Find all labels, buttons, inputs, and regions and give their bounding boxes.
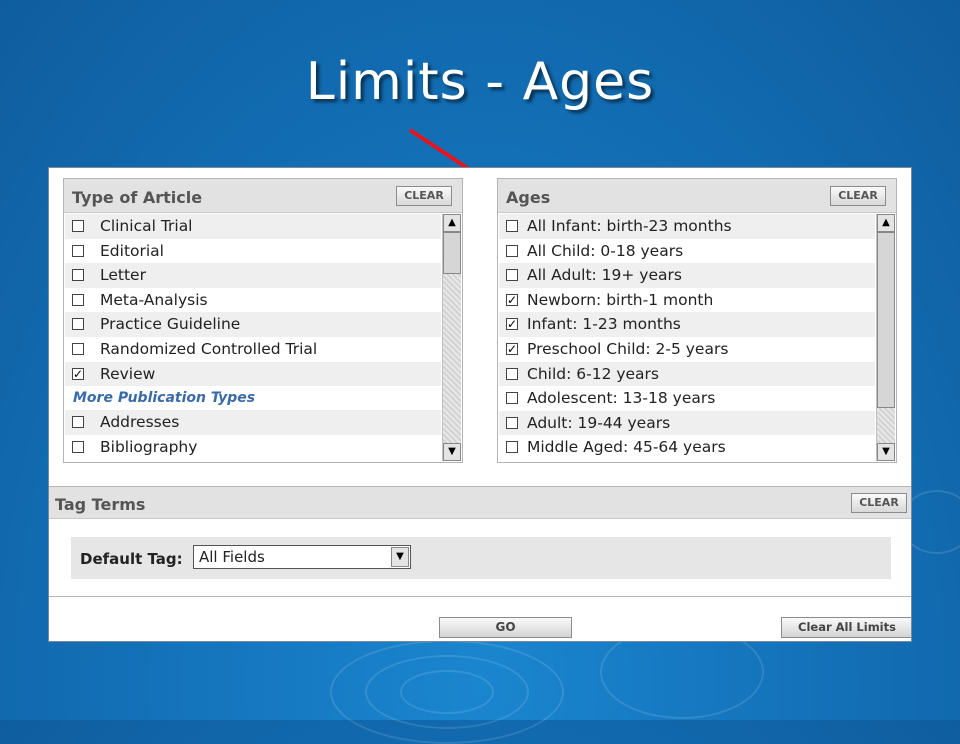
more-publication-types-link[interactable]: More Publication Types bbox=[65, 386, 441, 410]
default-tag-select[interactable]: All Fields ▼ bbox=[193, 545, 411, 569]
checkbox[interactable] bbox=[72, 244, 84, 257]
list-item-label: All Adult: 19+ years bbox=[527, 266, 682, 285]
checkbox[interactable] bbox=[506, 220, 518, 232]
list-item-label: Clinical Trial bbox=[100, 217, 193, 235]
ages-panel: Ages CLEAR All Infant: birth-23 months A… bbox=[497, 178, 897, 463]
pubmed-limits-screenshot: Type of Article CLEAR Clinical Trial Edi… bbox=[48, 167, 912, 642]
scroll-down-arrow-icon[interactable]: ▼ bbox=[877, 443, 895, 461]
scroll-thumb[interactable] bbox=[877, 232, 895, 408]
list-item-label: Preschool Child: 2-5 years bbox=[527, 339, 729, 358]
background-ripple bbox=[400, 670, 494, 714]
list-item[interactable]: All Child: 0-18 years bbox=[499, 239, 875, 264]
scroll-down-arrow-icon[interactable]: ▼ bbox=[443, 443, 461, 461]
list-item[interactable]: ✓ Newborn: birth-1 month bbox=[499, 288, 875, 313]
list-item[interactable]: Addresses bbox=[65, 410, 441, 435]
list-item[interactable]: All Adult: 19+ years bbox=[499, 263, 875, 288]
list-item[interactable]: Practice Guideline bbox=[65, 312, 441, 337]
chevron-down-icon[interactable]: ▼ bbox=[391, 547, 409, 567]
tag-terms-title: Tag Terms bbox=[55, 495, 146, 514]
checkbox[interactable] bbox=[72, 318, 84, 331]
list-item-label: All Child: 0-18 years bbox=[527, 241, 684, 260]
list-item[interactable]: Editorial bbox=[65, 239, 441, 264]
list-item-label: Child: 6-12 years bbox=[527, 364, 660, 383]
list-item-label: Practice Guideline bbox=[100, 315, 241, 334]
list-item-label: Infant: 1-23 months bbox=[527, 315, 681, 334]
default-tag-label: Default Tag: bbox=[80, 550, 183, 568]
list-item[interactable]: All Infant: birth-23 months bbox=[499, 214, 875, 239]
default-tag-value: All Fields bbox=[199, 548, 265, 566]
checkbox[interactable] bbox=[506, 416, 518, 429]
scroll-up-arrow-icon[interactable]: ▲ bbox=[443, 214, 461, 232]
panel-header: Ages CLEAR bbox=[498, 179, 896, 213]
list-item[interactable]: Middle Aged: 45-64 years bbox=[499, 435, 875, 460]
scroll-up-arrow-icon[interactable]: ▲ bbox=[877, 214, 895, 232]
go-button[interactable]: GO bbox=[439, 617, 572, 638]
list-item-label: Addresses bbox=[100, 413, 180, 432]
checkbox[interactable] bbox=[506, 392, 518, 405]
list-item[interactable]: ✓ Infant: 1-23 months bbox=[499, 312, 875, 337]
checkbox-checked[interactable]: ✓ bbox=[506, 342, 518, 355]
list-item-label: Letter bbox=[100, 266, 146, 285]
list-item[interactable]: Adult: 19-44 years bbox=[499, 410, 875, 436]
checkbox[interactable] bbox=[72, 342, 84, 355]
list-item-label: Randomized Controlled Trial bbox=[100, 339, 318, 358]
divider bbox=[49, 596, 911, 597]
ages-list: All Infant: birth-23 months All Child: 0… bbox=[499, 214, 875, 461]
checkbox[interactable] bbox=[72, 269, 84, 282]
clear-ages-button[interactable]: CLEAR bbox=[830, 186, 886, 206]
ages-scrollbar[interactable]: ▲ ▼ bbox=[876, 214, 895, 461]
checkbox[interactable] bbox=[506, 244, 518, 257]
article-type-list: Clinical Trial Editorial Letter Meta-Ana… bbox=[65, 214, 441, 461]
list-item[interactable]: Randomized Controlled Trial bbox=[65, 337, 441, 362]
panel-title: Type of Article bbox=[72, 188, 203, 207]
list-item[interactable]: Bibliography bbox=[65, 435, 441, 460]
checkbox[interactable] bbox=[72, 440, 84, 453]
list-item[interactable]: ✓ Review bbox=[65, 361, 441, 387]
checkbox-checked[interactable]: ✓ bbox=[506, 318, 518, 331]
tag-terms-header: Tag Terms CLEAR bbox=[49, 487, 911, 519]
list-item-label: All Infant: birth-23 months bbox=[527, 217, 732, 235]
checkbox[interactable] bbox=[72, 416, 84, 429]
more-link-label[interactable]: More Publication Types bbox=[73, 390, 255, 406]
list-item-label: Meta-Analysis bbox=[100, 290, 208, 309]
type-of-article-panel: Type of Article CLEAR Clinical Trial Edi… bbox=[63, 178, 463, 463]
list-item[interactable]: Meta-Analysis bbox=[65, 288, 441, 313]
scroll-thumb[interactable] bbox=[443, 232, 461, 274]
list-item-label: Bibliography bbox=[100, 437, 198, 456]
clear-all-limits-button[interactable]: Clear All Limits bbox=[781, 617, 911, 638]
list-item-label: Adolescent: 13-18 years bbox=[527, 389, 716, 408]
panel-title: Ages bbox=[506, 188, 551, 207]
checkbox-checked[interactable]: ✓ bbox=[506, 293, 518, 306]
checkbox-checked[interactable]: ✓ bbox=[72, 367, 84, 380]
checkbox[interactable] bbox=[506, 441, 518, 454]
panel-header: Type of Article CLEAR bbox=[64, 179, 462, 213]
clear-article-button[interactable]: CLEAR bbox=[396, 186, 452, 206]
list-item-label: Middle Aged: 45-64 years bbox=[527, 438, 726, 457]
list-item-label: Editorial bbox=[100, 241, 164, 260]
list-item[interactable]: Child: 6-12 years bbox=[499, 361, 875, 387]
default-tag-row: Default Tag: All Fields ▼ bbox=[71, 537, 891, 579]
article-scrollbar[interactable]: ▲ ▼ bbox=[442, 214, 461, 461]
list-item[interactable]: ✓ Preschool Child: 2-5 years bbox=[499, 337, 875, 362]
list-item[interactable]: Letter bbox=[65, 263, 441, 288]
tag-terms-section: Tag Terms CLEAR Default Tag: All Fields … bbox=[49, 486, 911, 597]
checkbox[interactable] bbox=[506, 269, 518, 282]
list-item[interactable]: Clinical Trial bbox=[65, 214, 441, 239]
list-item-label: Newborn: birth-1 month bbox=[527, 290, 714, 309]
clear-tag-button[interactable]: CLEAR bbox=[851, 493, 907, 513]
list-item-label: Review bbox=[100, 364, 156, 383]
checkbox[interactable] bbox=[506, 367, 518, 380]
list-item[interactable]: Adolescent: 13-18 years bbox=[499, 386, 875, 411]
slide-title: Limits - Ages bbox=[305, 52, 655, 112]
checkbox[interactable] bbox=[72, 293, 84, 306]
checkbox[interactable] bbox=[72, 220, 84, 232]
list-item-label: Adult: 19-44 years bbox=[527, 413, 671, 432]
